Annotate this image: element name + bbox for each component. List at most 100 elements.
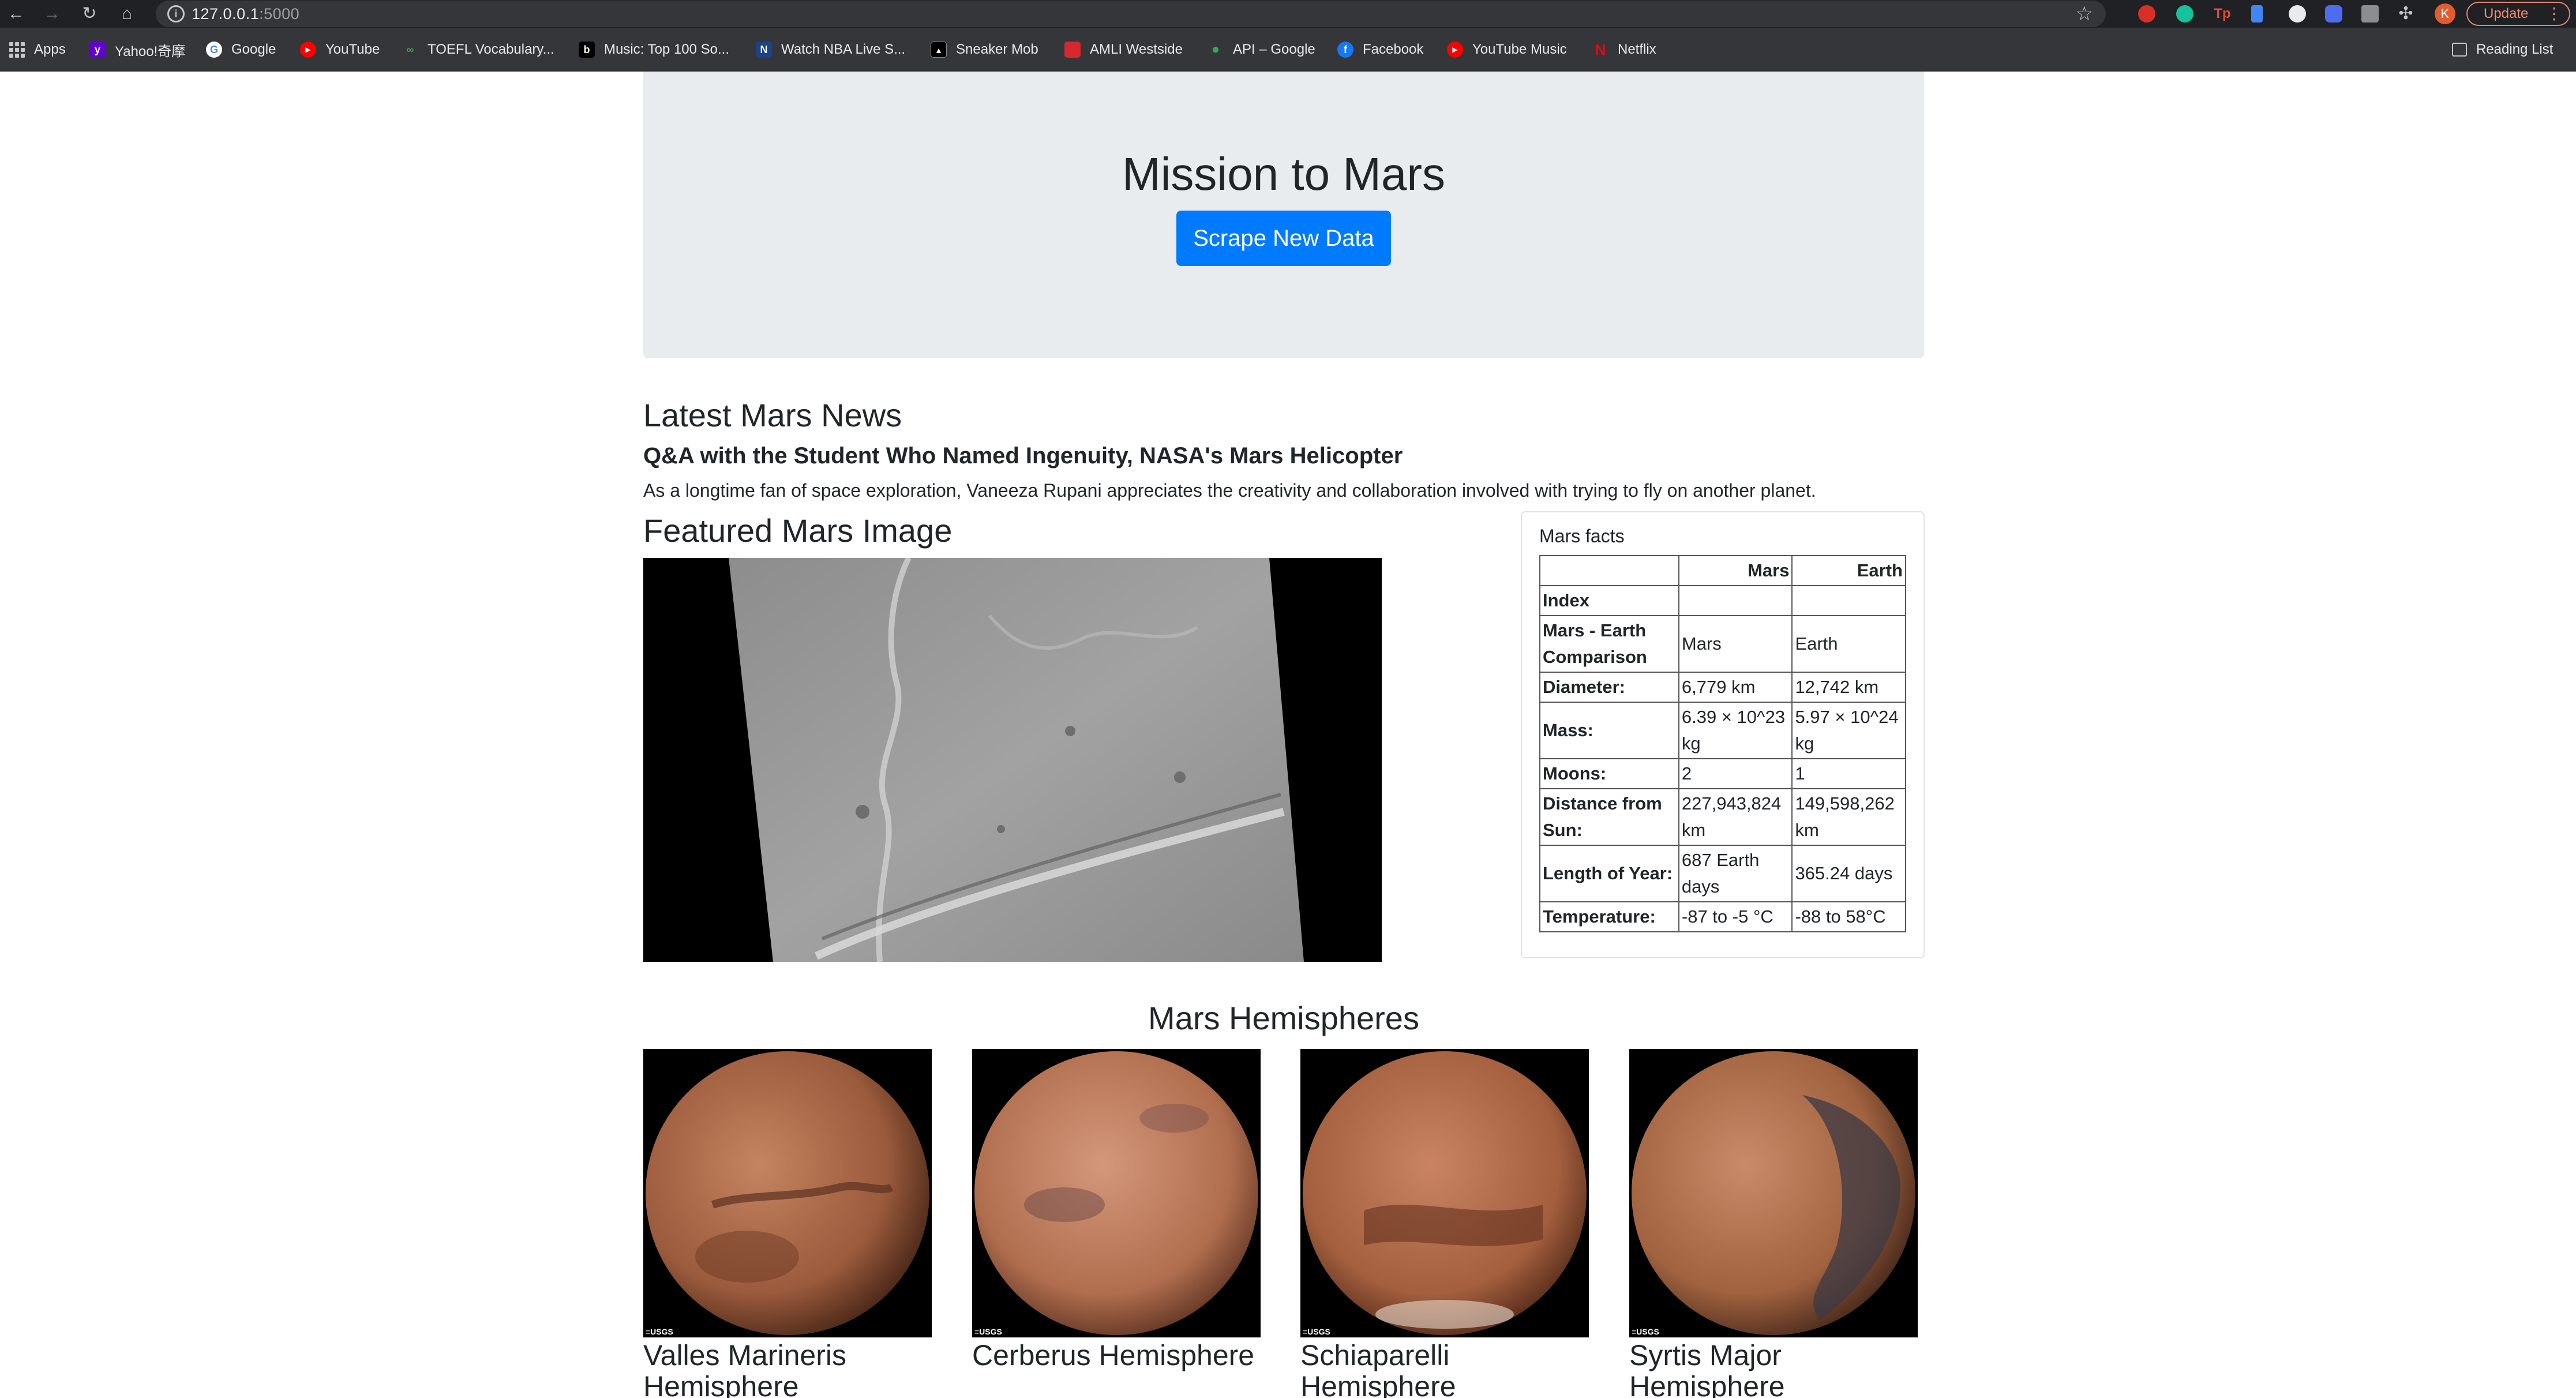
featured-mars-terrain: [643, 558, 1382, 962]
facebook-icon: f: [1337, 42, 1353, 58]
extension-note-icon[interactable]: [2251, 5, 2263, 23]
bookmark-nba[interactable]: N Watch NBA Live S...: [756, 38, 905, 61]
back-arrow-icon[interactable]: ←: [5, 2, 28, 25]
home-icon[interactable]: ⌂: [115, 2, 138, 25]
row-label: Distance from Sun:: [1539, 788, 1679, 846]
reload-icon[interactable]: ↻: [78, 2, 101, 25]
usgs-logo: ≡USGS: [646, 1327, 673, 1336]
index-label: Index: [1539, 585, 1679, 616]
forward-arrow-icon[interactable]: →: [40, 2, 63, 25]
table-row: Diameter: 6,779 km 12,742 km: [1539, 672, 1906, 703]
earth-value: 1: [1791, 758, 1906, 789]
bookmark-star-icon[interactable]: ☆: [2076, 2, 2093, 26]
mars-globe-image: [972, 1049, 1261, 1337]
usgs-logo: ≡USGS: [1632, 1327, 1659, 1336]
youtube-icon: ▶: [300, 42, 316, 58]
google-icon: G: [206, 42, 222, 58]
bookmarks-bar: Apps y Yahoo!奇摩 G Google ▶ YouTube ∞ TOE…: [0, 28, 2576, 72]
extension-grammarly-icon[interactable]: [2176, 5, 2193, 23]
bookmark-apps[interactable]: Apps: [9, 38, 66, 61]
bookmark-api-google[interactable]: ● API – Google: [1208, 38, 1315, 61]
row-label: Temperature:: [1539, 901, 1679, 932]
mars-facts-title: Mars facts: [1539, 526, 1625, 546]
earth-value: 5.97 × 10^24 kg: [1791, 702, 1906, 759]
row-label: Moons:: [1539, 758, 1679, 789]
hemispheres-heading: Mars Hemispheres: [1148, 1000, 1419, 1036]
hemisphere-image[interactable]: ≡USGS: [643, 1049, 932, 1337]
featured-image-heading: Featured Mars Image: [643, 512, 953, 549]
extensions-puzzle-icon[interactable]: ✣: [2397, 5, 2414, 23]
extension-circle-icon[interactable]: [2289, 5, 2306, 23]
extension-adblock-icon[interactable]: [2138, 5, 2155, 23]
url-text[interactable]: 127.0.0.1:5000: [192, 3, 299, 25]
hemisphere-title: Schiaparelli Hemisphere: [1300, 1339, 1456, 1398]
mars-value: -87 to -5 °C: [1678, 901, 1793, 932]
bookmark-yahoo[interactable]: y Yahoo!奇摩: [89, 38, 185, 61]
jumbotron: Mission to Mars Scrape New Data: [643, 72, 1924, 358]
maps-pin-icon: ●: [1211, 42, 1220, 57]
bookmark-youtube-music[interactable]: ▶ YouTube Music: [1447, 38, 1567, 61]
extension-tp-icon[interactable]: Tp: [2214, 5, 2231, 23]
earth-value: 365.24 days: [1791, 845, 1906, 902]
usgs-logo: ≡USGS: [1303, 1327, 1330, 1336]
table-row: Moons: 2 1: [1539, 758, 1906, 789]
mars-facts-card: Mars facts Mars Earth Index Mars - Earth…: [1521, 511, 1925, 958]
table-row: Distance from Sun: 227,943,824 km 149,59…: [1539, 788, 1906, 846]
earth-value: -88 to 58°C: [1791, 901, 1906, 932]
yahoo-icon: y: [89, 42, 106, 58]
sneaker-mob-icon: ▲: [931, 42, 947, 58]
mars-globe-image: [1629, 1049, 1918, 1337]
profile-avatar[interactable]: K: [2435, 3, 2455, 24]
extension-zoom-icon[interactable]: [2325, 5, 2342, 23]
bookmark-facebook[interactable]: f Facebook: [1337, 38, 1423, 61]
browser-toolbar: ← → ↻ ⌂ i 127.0.0.1:5000 ☆ Tp ✣ K Update…: [0, 0, 2576, 28]
bookmark-billboard[interactable]: b Music: Top 100 So...: [579, 38, 729, 61]
hemisphere-image[interactable]: ≡USGS: [1629, 1049, 1918, 1337]
earth-value: 149,598,262 km: [1791, 788, 1906, 846]
extension-translate-icon[interactable]: [2361, 5, 2379, 23]
row-label: Mars - Earth Comparison: [1539, 615, 1679, 673]
site-info-icon[interactable]: i: [167, 5, 185, 23]
mars-value: 6,779 km: [1678, 672, 1793, 703]
reading-list-icon: [2452, 43, 2467, 57]
apps-grid-icon: [9, 42, 25, 58]
mars-globe-image: [643, 1049, 932, 1337]
earth-value: Earth: [1791, 615, 1906, 673]
row-label: Mass:: [1539, 702, 1679, 759]
mars-value: 6.39 × 10^23 kg: [1678, 702, 1793, 759]
featured-mars-image: [643, 558, 1382, 962]
hemisphere-title: Valles Marineris Hemisphere: [643, 1339, 846, 1398]
bookmark-amli[interactable]: AMLI Westside: [1064, 38, 1183, 61]
reading-list[interactable]: Reading List: [2452, 38, 2553, 61]
bookmark-google[interactable]: G Google: [206, 38, 276, 61]
scrape-new-data-button[interactable]: Scrape New Data: [1176, 211, 1391, 266]
hemisphere-image[interactable]: ≡USGS: [1300, 1049, 1589, 1337]
bookmark-toefl[interactable]: ∞ TOEFL Vocabulary...: [402, 38, 554, 61]
mars-globe-image: [1300, 1049, 1589, 1337]
menu-dots-icon[interactable]: ⋮: [2546, 3, 2562, 25]
mars-value: 227,943,824 km: [1678, 788, 1793, 846]
news-paragraph: As a longtime fan of space exploration, …: [643, 480, 1816, 501]
hemisphere-title: Cerberus Hemisphere: [972, 1339, 1255, 1371]
amli-icon: [1064, 42, 1081, 58]
mars-value: Mars: [1678, 615, 1793, 673]
toefl-icon: ∞: [406, 44, 414, 55]
bookmark-sneaker-mob[interactable]: ▲ Sneaker Mob: [931, 38, 1038, 61]
mars-facts-table: Mars Earth Index Mars - Earth Comparison…: [1539, 555, 1906, 932]
table-row: Temperature: -87 to -5 °C -88 to 58°C: [1539, 901, 1906, 932]
mars-value: 687 Earth days: [1678, 845, 1793, 902]
bookmark-netflix[interactable]: N Netflix: [1592, 38, 1656, 61]
bookmark-youtube[interactable]: ▶ YouTube: [300, 38, 380, 61]
hemisphere-card-syrtis-major: ≡USGS Syrtis Major Hemisphere: [1629, 1049, 1918, 1398]
table-header-row: Mars Earth: [1539, 555, 1906, 586]
column-header-mars: Mars: [1678, 555, 1793, 586]
youtube-music-icon: ▶: [1447, 42, 1463, 58]
update-button[interactable]: Update ⋮: [2466, 2, 2570, 26]
hemisphere-card-schiaparelli: ≡USGS Schiaparelli Hemisphere: [1300, 1049, 1589, 1398]
hemisphere-title: Syrtis Major Hemisphere: [1629, 1339, 1785, 1398]
address-bar[interactable]: i 127.0.0.1:5000 ☆: [156, 1, 2106, 27]
table-corner-cell: [1539, 555, 1679, 586]
news-title: Q&A with the Student Who Named Ingenuity…: [643, 443, 1403, 469]
hemisphere-image[interactable]: ≡USGS: [972, 1049, 1261, 1337]
earth-value: 12,742 km: [1791, 672, 1906, 703]
